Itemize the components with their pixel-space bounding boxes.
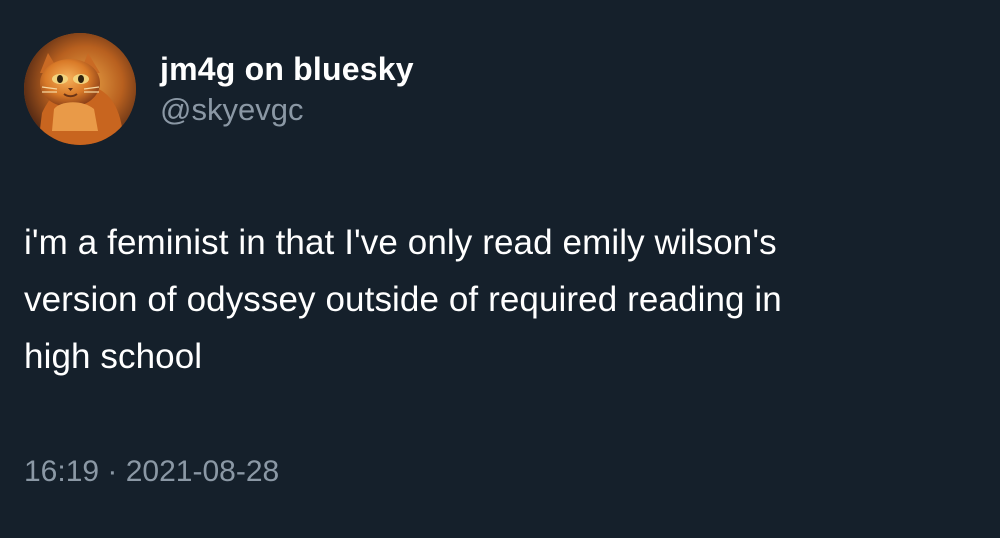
user-handle[interactable]: @skyevgc [160, 91, 414, 129]
user-meta: jm4g on bluesky @skyevgc [160, 49, 414, 129]
tweet-header: jm4g on bluesky @skyevgc [24, 32, 414, 146]
avatar[interactable] [24, 33, 136, 145]
cat-avatar-icon [24, 33, 136, 145]
display-name[interactable]: jm4g on bluesky [160, 49, 414, 89]
tweet-card: jm4g on bluesky @skyevgc i'm a feminist … [0, 0, 1000, 538]
tweet-timestamp[interactable]: 16:19 · 2021-08-28 [24, 452, 279, 492]
tweet-text: i'm a feminist in that I've only read em… [24, 223, 782, 376]
